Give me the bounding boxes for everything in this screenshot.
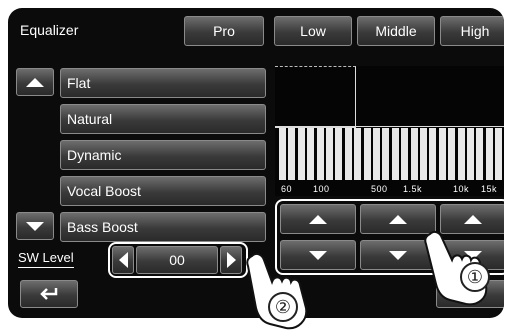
callout-sw-level [108, 242, 248, 278]
eq-bar [297, 128, 305, 180]
eq-level-line [275, 126, 504, 127]
up-arrow-icon [26, 77, 44, 87]
eq-bar [373, 128, 380, 180]
freq-label-100: 100 [313, 184, 330, 194]
eq-bar [410, 128, 418, 180]
eq-bar [448, 128, 456, 180]
eq-bar [429, 128, 437, 180]
freq-label-500: 500 [371, 184, 388, 194]
eq-bar [438, 128, 446, 180]
eq-bar [279, 128, 286, 180]
eq-graph: 60 100 500 1.5k 10k 15k [275, 66, 504, 196]
tab-low[interactable]: Low [274, 16, 352, 46]
preset-bass-boost[interactable]: Bass Boost [60, 212, 266, 242]
eq-bar [457, 128, 465, 180]
preset-flat[interactable]: Flat [60, 68, 266, 98]
preset-natural[interactable]: Natural [60, 104, 266, 134]
tab-high[interactable]: High [440, 16, 504, 46]
freq-label-60: 60 [281, 184, 293, 194]
pro-button[interactable]: Pro [184, 16, 264, 46]
sw-level-label: SW Level [18, 250, 74, 268]
eq-band-highlight [275, 66, 356, 128]
eq-bar [391, 128, 399, 180]
freq-label-15k: 15k [481, 184, 498, 194]
tab-middle[interactable]: Middle [357, 16, 435, 46]
page-title: Equalizer [20, 22, 79, 38]
eq-bar [485, 128, 493, 180]
callout-number-1: ① [460, 262, 490, 292]
eq-bar [354, 128, 362, 180]
eq-bar [326, 128, 333, 180]
preset-vocal-boost[interactable]: Vocal Boost [60, 176, 266, 206]
freq-label-10k: 10k [453, 184, 470, 194]
callout-number-2: ② [268, 292, 298, 322]
eq-bar [316, 128, 324, 180]
down-arrow-icon [26, 221, 44, 231]
eq-bar [382, 128, 390, 180]
eq-bar [307, 128, 315, 180]
preset-dynamic[interactable]: Dynamic [60, 140, 266, 170]
eq-bar [476, 128, 484, 180]
freq-label-1-5k: 1.5k [403, 184, 423, 194]
eq-bar [467, 128, 474, 180]
eq-bar [344, 128, 352, 180]
scroll-up-button[interactable] [16, 68, 54, 96]
back-arrow-icon [40, 288, 58, 300]
eq-bar [335, 128, 343, 180]
back-button[interactable] [20, 280, 78, 308]
scroll-down-button[interactable] [16, 212, 54, 240]
eq-bar [420, 128, 427, 180]
eq-bar [495, 128, 503, 180]
eq-bar [363, 128, 371, 180]
eq-bar [288, 128, 296, 180]
eq-bar [401, 128, 409, 180]
